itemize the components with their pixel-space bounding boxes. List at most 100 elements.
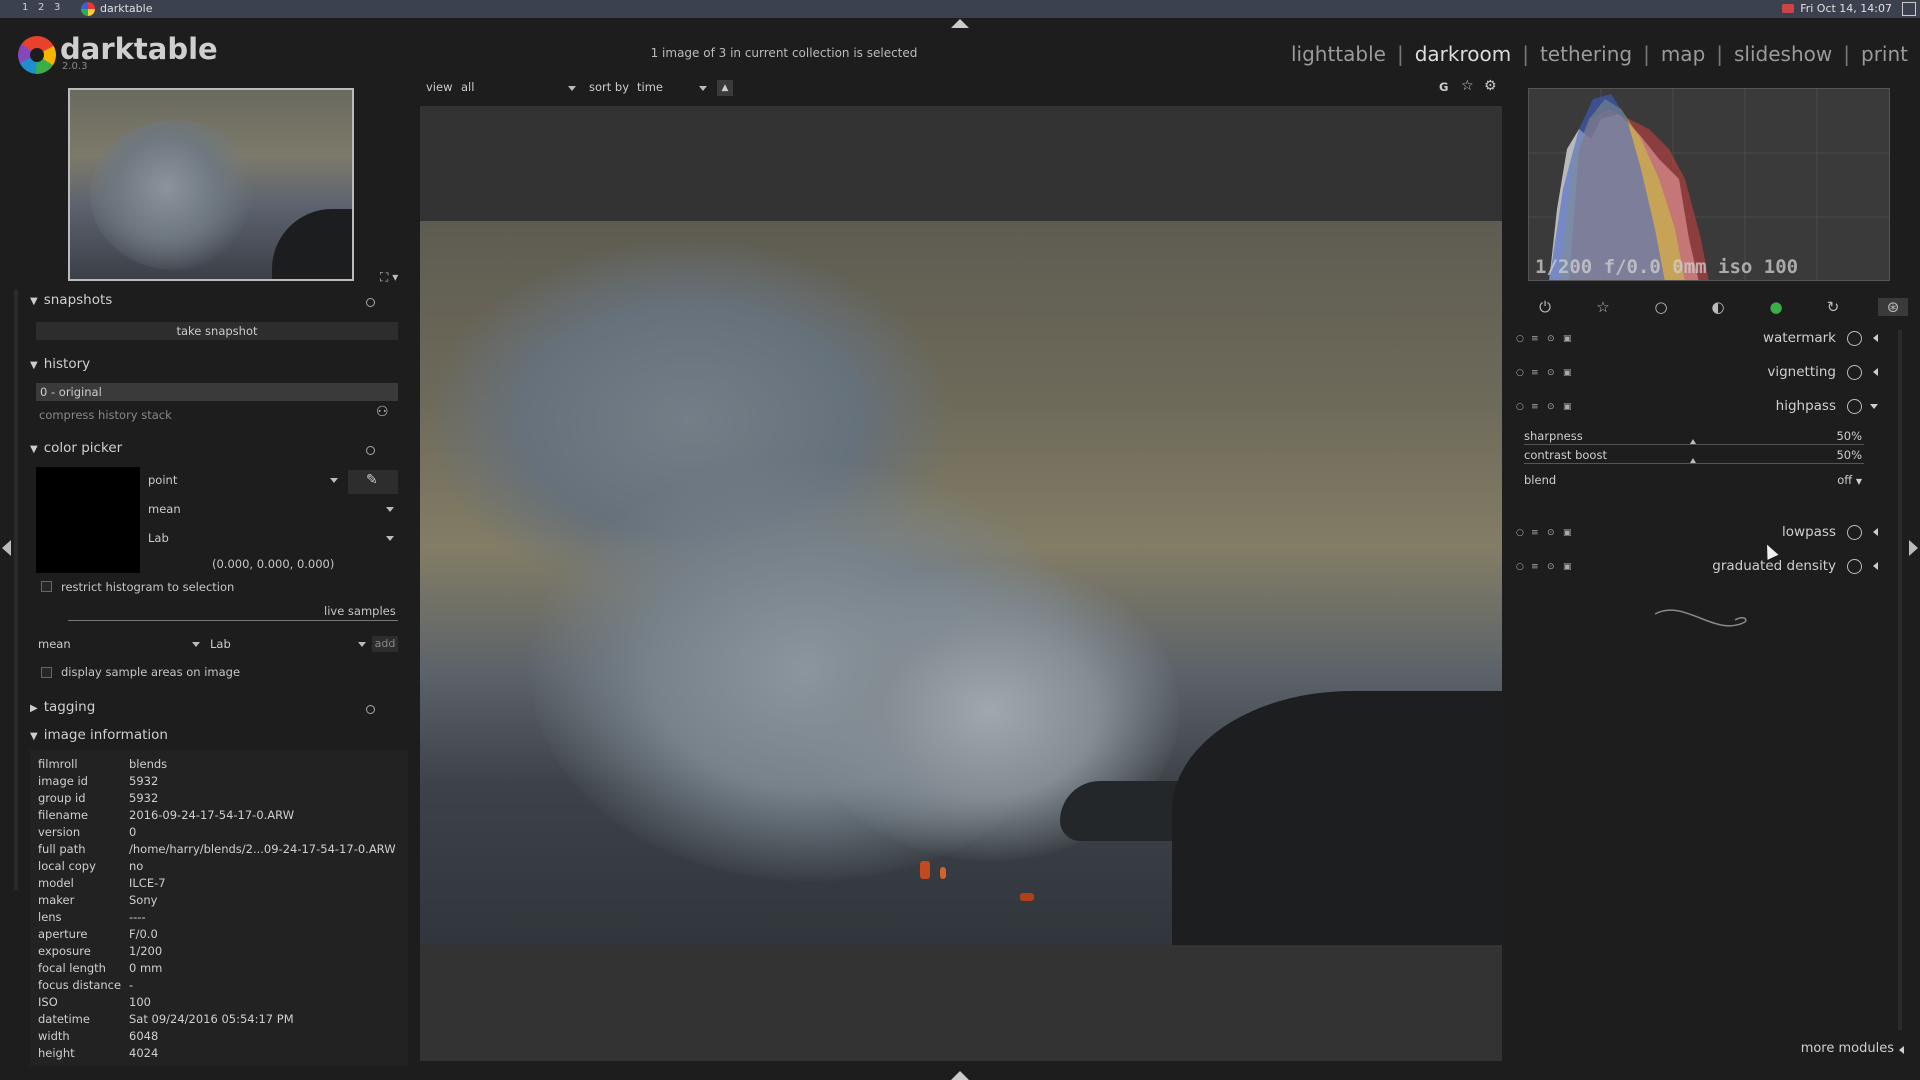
module-presets-icon[interactable]: ≡	[1531, 402, 1539, 412]
module-multiinstance-icon[interactable]: ⊙	[1547, 528, 1555, 538]
top-panel-toggle-icon[interactable]	[951, 19, 969, 28]
module-enable-icon[interactable]: ○	[1516, 402, 1524, 412]
color-picker-toggle-button[interactable]: ✎	[348, 470, 398, 494]
module-multiinstance-icon[interactable]: ⊙	[1547, 402, 1555, 412]
display-samples-checkbox[interactable]	[41, 667, 52, 678]
module-row[interactable]: ○ ≡ ⊙ ▣ graduated density	[1510, 553, 1900, 581]
window-list-icon[interactable]	[1902, 2, 1916, 16]
module-enable-icon[interactable]: ○	[1516, 528, 1524, 538]
color-group-icon[interactable]: ●	[1767, 298, 1785, 316]
sort-select[interactable]: time	[637, 80, 717, 94]
view-map[interactable]: map	[1661, 42, 1705, 66]
bottom-panel-toggle-icon[interactable]	[951, 1071, 969, 1080]
image-information-header[interactable]: ▼ image information	[30, 727, 168, 743]
history-item-original[interactable]: 0 - original	[36, 383, 398, 401]
expand-arrow-icon[interactable]	[1873, 368, 1878, 376]
module-reset-icon[interactable]: ▣	[1563, 334, 1572, 344]
chevron-down-icon	[386, 536, 394, 541]
snapshots-reset-icon[interactable]	[366, 298, 375, 307]
blend-label: blend	[1524, 473, 1557, 487]
info-value: ----	[129, 910, 146, 924]
star-icon[interactable]: ☆	[1461, 78, 1474, 94]
histogram[interactable]	[1528, 88, 1890, 281]
expand-arrow-icon[interactable]	[1873, 528, 1878, 536]
module-row[interactable]: ○ ≡ ⊙ ▣ lowpass	[1510, 519, 1900, 547]
view-filter-select[interactable]: all	[461, 80, 581, 94]
color-picker-header[interactable]: ▼ color picker	[30, 440, 122, 456]
left-panel-toggle-icon[interactable]	[2, 540, 11, 556]
right-panel-scrollbar[interactable]	[1898, 330, 1902, 1030]
info-value: ILCE-7	[129, 876, 166, 890]
module-reset-icon[interactable]: ▣	[1563, 368, 1572, 378]
view-lighttable[interactable]: lighttable	[1291, 42, 1386, 66]
module-enable-icon[interactable]: ○	[1516, 334, 1524, 344]
compress-history-icon[interactable]: ⚇	[376, 404, 389, 420]
sharpness-slider[interactable]	[1524, 444, 1864, 445]
color-picker-reset-icon[interactable]	[366, 446, 375, 455]
expand-arrow-icon[interactable]	[1873, 562, 1878, 570]
chevron-down-icon	[192, 642, 200, 647]
view-tethering[interactable]: tethering	[1540, 42, 1632, 66]
history-header[interactable]: ▼ history	[30, 356, 90, 372]
module-enable-icon[interactable]: ○	[1516, 368, 1524, 378]
module-presets-icon[interactable]: ≡	[1531, 368, 1539, 378]
blend-select[interactable]: off ▼	[1837, 473, 1862, 487]
module-reset-icon[interactable]: ▣	[1563, 402, 1572, 412]
sharpness-slider-handle[interactable]	[1690, 439, 1696, 444]
tone-group-icon[interactable]: ◐	[1709, 298, 1727, 316]
take-snapshot-button[interactable]: take snapshot	[36, 322, 398, 340]
module-row[interactable]: ○ ≡ ⊙ ▣ vignetting	[1510, 359, 1900, 387]
contrast-boost-slider[interactable]	[1524, 463, 1864, 464]
module-multiinstance-icon[interactable]: ⊙	[1547, 562, 1555, 572]
module-presets-icon[interactable]: ≡	[1531, 528, 1539, 538]
compress-history-button[interactable]: compress history stack	[39, 408, 172, 422]
module-multiinstance-icon[interactable]: ⊙	[1547, 368, 1555, 378]
gear-icon[interactable]: ⚙	[1484, 78, 1497, 94]
correct-group-icon[interactable]: ↻	[1824, 298, 1842, 316]
view-slideshow[interactable]: slideshow	[1734, 42, 1832, 66]
navigation-thumbnail[interactable]	[68, 88, 354, 281]
view-print[interactable]: print	[1861, 42, 1908, 66]
snapshots-header[interactable]: ▼ snapshots	[30, 292, 112, 308]
left-panel-scrollbar[interactable]	[14, 290, 18, 890]
tagging-header[interactable]: ▶ tagging	[30, 699, 95, 715]
module-presets-icon[interactable]: ≡	[1531, 334, 1539, 344]
module-multiinstance-icon[interactable]: ⊙	[1547, 334, 1555, 344]
effect-group-icon[interactable]: ⊛	[1878, 298, 1908, 316]
module-reset-icon[interactable]: ▣	[1563, 528, 1572, 538]
grouping-button[interactable]: G	[1439, 80, 1448, 94]
expand-arrow-icon[interactable]	[1873, 334, 1878, 342]
module-row[interactable]: ○ ≡ ⊙ ▣ watermark	[1510, 325, 1900, 353]
sort-direction-icon[interactable]: ▲	[717, 80, 733, 96]
sample-colorspace-select[interactable]: Lab	[210, 634, 370, 654]
module-presets-icon[interactable]: ≡	[1531, 562, 1539, 572]
contrast-boost-slider-handle[interactable]	[1690, 458, 1696, 463]
workspace-3[interactable]: 3	[54, 2, 60, 13]
add-sample-button[interactable]: add	[372, 636, 398, 652]
thumbnail-cliff	[272, 209, 352, 279]
module-reset-icon[interactable]: ▣	[1563, 562, 1572, 572]
collapse-arrow-icon[interactable]	[1870, 404, 1878, 409]
more-modules-arrow-icon[interactable]	[1899, 1046, 1904, 1054]
view-darkroom[interactable]: darkroom	[1415, 42, 1512, 66]
view-filter-value: all	[461, 80, 475, 94]
workspace-2[interactable]: 2	[38, 2, 44, 13]
workspace-1[interactable]: 1	[22, 2, 28, 13]
edited-photo[interactable]	[420, 221, 1502, 945]
module-enable-icon[interactable]: ○	[1516, 562, 1524, 572]
picker-colorspace-select[interactable]: Lab	[148, 528, 398, 548]
favorites-icon[interactable]: ☆	[1594, 298, 1612, 316]
tray-record-icon[interactable]	[1782, 4, 1794, 13]
taskbar-app-title[interactable]: darktable	[100, 2, 152, 15]
module-row[interactable]: ○ ≡ ⊙ ▣ highpass	[1510, 393, 1900, 421]
zoom-fit-icon[interactable]: ⛶ ▾	[380, 270, 398, 285]
restrict-histogram-checkbox[interactable]	[41, 581, 52, 592]
power-icon[interactable]: ⏻	[1536, 298, 1554, 316]
picker-mode-select[interactable]: point	[148, 470, 342, 490]
tagging-reset-icon[interactable]	[366, 705, 375, 714]
picker-statistic-select[interactable]: mean	[148, 499, 398, 519]
more-modules-button[interactable]: more modules	[1801, 1041, 1894, 1056]
right-panel-toggle-icon[interactable]	[1909, 540, 1918, 556]
basic-group-icon[interactable]: ○	[1652, 298, 1670, 316]
sample-statistic-select[interactable]: mean	[38, 634, 204, 654]
